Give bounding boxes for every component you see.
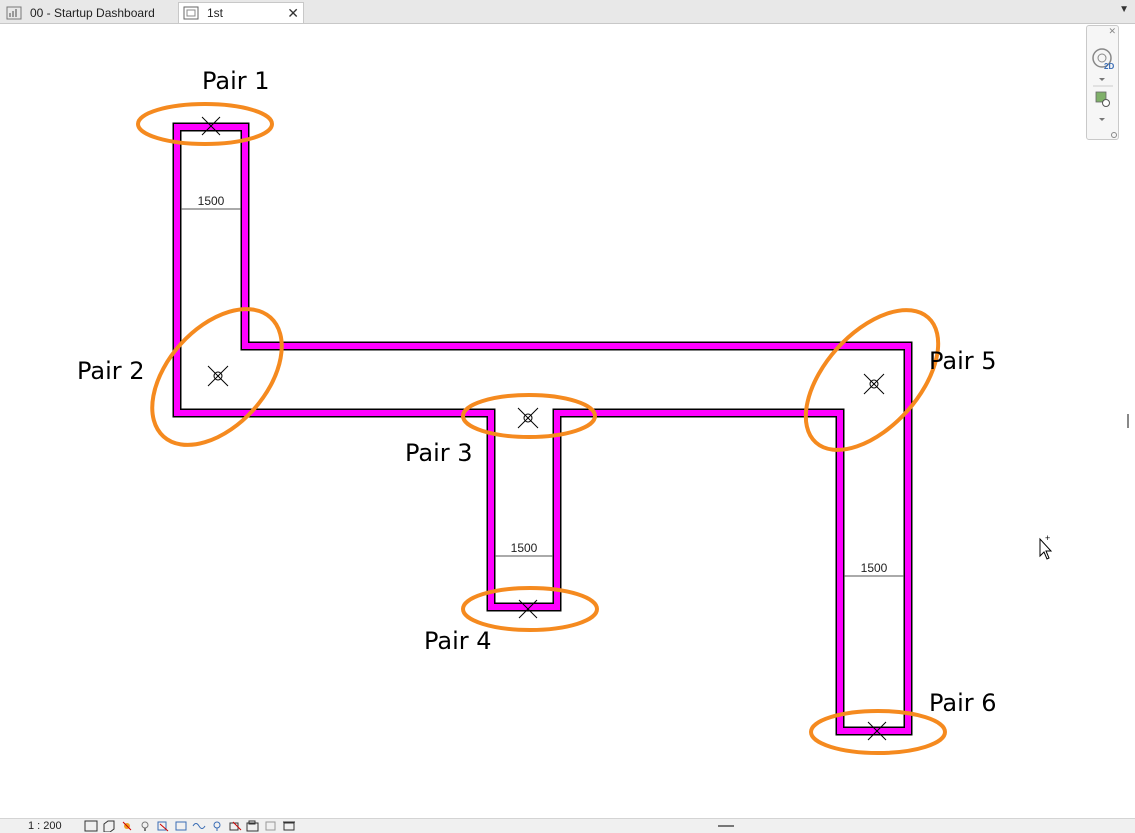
navigation-bar: ✕ 2D xyxy=(1086,25,1119,140)
mouse-cursor-icon: + xyxy=(1039,533,1053,560)
dimension-label: 1500 xyxy=(861,561,888,575)
tab-label: 1st xyxy=(207,6,224,20)
reveal-hidden-icon[interactable] xyxy=(210,820,224,832)
steering-wheel-icon[interactable]: 2D xyxy=(1092,48,1114,81)
pair-label-3: Pair 3 xyxy=(405,439,473,467)
zoom-region-icon[interactable] xyxy=(1095,91,1110,121)
dimension-3: 1500 xyxy=(844,561,904,577)
sun-path-icon[interactable] xyxy=(120,820,134,832)
scroll-indicator[interactable] xyxy=(1127,414,1129,428)
duct-run[interactable] xyxy=(172,122,913,736)
view-tab-bar: 00 - Startup Dashboard 1st ✕ ▼ xyxy=(0,0,1135,24)
pair-label-1: Pair 1 xyxy=(202,67,270,95)
chevron-down-icon[interactable]: ▼ xyxy=(1119,4,1129,15)
dashboard-view-icon xyxy=(6,6,22,20)
view-mode-label: 2D xyxy=(1104,62,1114,71)
terminal-symbol-3[interactable] xyxy=(517,407,539,429)
view-scale[interactable]: 1 : 200 xyxy=(28,820,62,832)
close-icon[interactable]: ✕ xyxy=(287,5,299,22)
resize-grip[interactable] xyxy=(718,825,734,827)
tab-startup-dashboard[interactable]: 00 - Startup Dashboard xyxy=(2,2,176,23)
floor-plan-view-icon xyxy=(183,6,199,20)
navbar-options-icon[interactable] xyxy=(1111,132,1117,138)
drawing-canvas[interactable]: 1500 1500 1500 Pair 1 Pair 2 Pair 3 Pair… xyxy=(0,24,1135,818)
terminal-symbol-5[interactable] xyxy=(863,373,885,395)
tab-label: 00 - Startup Dashboard xyxy=(30,5,155,20)
analytical-model-icon[interactable] xyxy=(246,820,260,832)
reveal-constraints-icon[interactable] xyxy=(282,820,296,832)
temporary-hide-icon[interactable] xyxy=(192,820,206,832)
pair-label-6: Pair 6 xyxy=(929,689,997,717)
dimension-2: 1500 xyxy=(495,541,553,557)
temporary-view-properties-icon[interactable] xyxy=(228,820,242,832)
terminal-symbol-2[interactable] xyxy=(207,365,229,387)
pair-label-2: Pair 2 xyxy=(77,357,145,385)
highlight-displacement-icon[interactable] xyxy=(264,820,278,832)
view-control-bar: 1 : 200 xyxy=(0,818,1135,833)
svg-text:+: + xyxy=(1045,533,1050,543)
dimension-label: 1500 xyxy=(198,194,225,208)
dimension-label: 1500 xyxy=(511,541,538,555)
dimension-1: 1500 xyxy=(181,194,241,210)
tab-1st[interactable]: 1st ✕ xyxy=(178,2,304,23)
detail-level-icon[interactable] xyxy=(84,820,98,832)
crop-view-icon[interactable] xyxy=(156,820,170,832)
shadows-icon[interactable] xyxy=(138,820,152,832)
show-crop-region-icon[interactable] xyxy=(174,820,188,832)
pair-label-5: Pair 5 xyxy=(929,347,997,375)
visual-style-icon[interactable] xyxy=(102,820,116,832)
pair-label-4: Pair 4 xyxy=(424,627,492,655)
